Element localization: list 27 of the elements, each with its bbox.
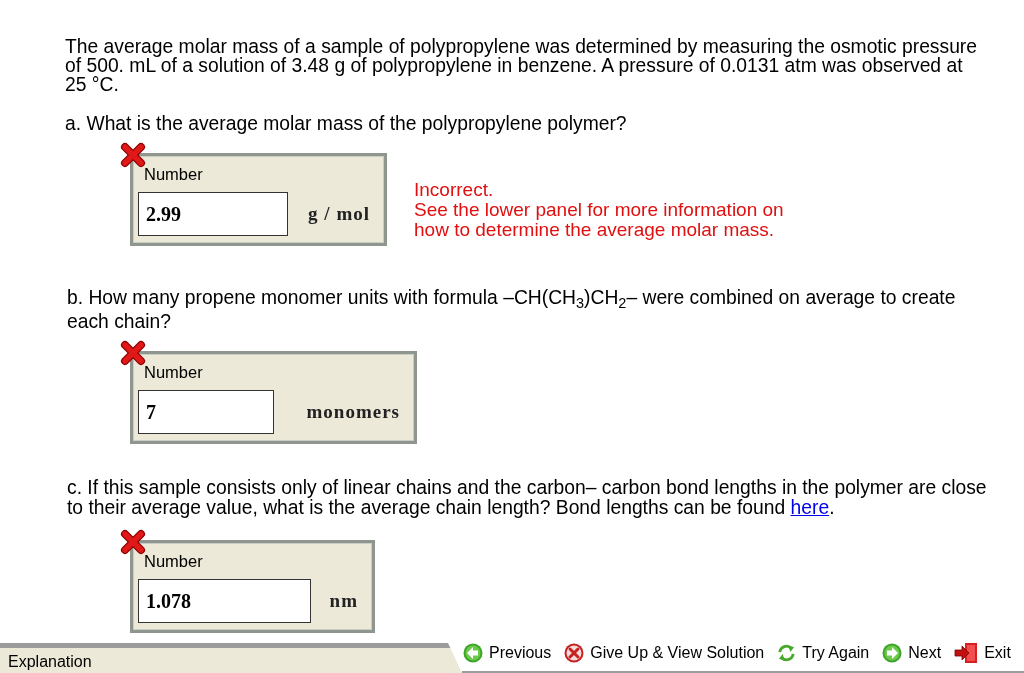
toolbar-button[interactable]: Try Again bbox=[777, 642, 870, 664]
toolbar-button[interactable]: Exit bbox=[954, 642, 1011, 664]
answer-input[interactable]: 1.078 bbox=[138, 579, 311, 623]
feedback-title: Incorrect. bbox=[414, 180, 495, 200]
unit-text: monomers bbox=[305, 399, 400, 424]
answer-input[interactable]: 7 bbox=[138, 390, 274, 434]
circled-x-icon bbox=[564, 643, 585, 663]
question-text: a. What is the average molar mass of the polypropylene polymer? bbox=[65, 114, 628, 134]
question-text: b. How many propene monomer units with formula –CH(CH$_{3}$)CH$_{2}$– were combined on average to create each chain? bbox=[67, 286, 957, 334]
answer-input[interactable]: 2.99 bbox=[138, 192, 288, 236]
right-arrow-icon bbox=[882, 643, 903, 663]
problem-text: The average molar mass of a sample of polypropylene was determined by measuring the osmotic pressure of 500. mL of a solution of 3.48 g of polypropylene in benzene. A pressure of 0.0131 atm was observed at 25 °C. bbox=[65, 37, 979, 94]
toolbar-button[interactable]: Previous bbox=[463, 642, 552, 664]
explanation-tab[interactable]: Explanation bbox=[0, 643, 462, 673]
field-label: Number bbox=[144, 362, 204, 382]
unit-text: nm bbox=[328, 588, 358, 613]
door-arrow-icon bbox=[954, 642, 979, 664]
text-link[interactable]: here bbox=[790, 497, 830, 518]
left-arrow-icon bbox=[463, 643, 483, 663]
toolbar-button[interactable]: Give Up & View Solution bbox=[564, 642, 765, 664]
unit-text: g / mol bbox=[307, 201, 370, 226]
refresh-arrows-icon bbox=[777, 643, 797, 663]
feedback-text: See the lower panel for more information on how to determine the average molar mass. bbox=[414, 200, 785, 240]
toolbar-button[interactable]: Next bbox=[882, 642, 942, 664]
question-text: c. If this sample consists only of linear chains and the carbon– carbon bond lengths in the polymer are close to their average value, what is the average chain length? Bond lengths can be found here. bbox=[67, 478, 988, 518]
field-label: Number bbox=[144, 164, 204, 184]
field-label: Number bbox=[144, 551, 204, 571]
